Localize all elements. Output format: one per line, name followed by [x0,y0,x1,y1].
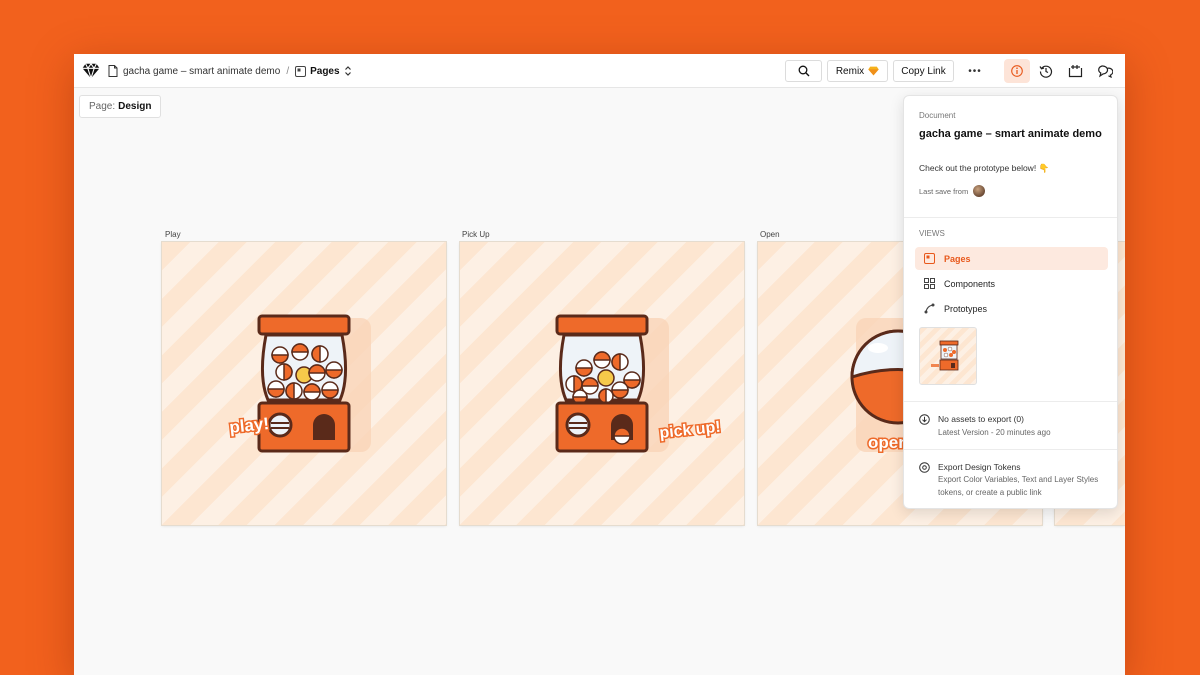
divider [904,449,1117,450]
document-section-label: Document [919,111,956,120]
assets-export-title[interactable]: No assets to export (0) [938,414,1024,424]
remix-label: Remix [835,65,865,77]
document-icon [108,65,118,77]
info-icon [1011,65,1023,77]
prototype-icon [1068,65,1082,78]
page-chip-prefix: Page: [89,101,116,112]
diamond-icon [868,66,879,76]
view-item-label: Components [944,278,996,289]
history-button[interactable] [1035,60,1057,82]
breadcrumb-separator: / [286,65,290,77]
view-item-label: Pages [944,253,971,264]
sketch-logo-icon[interactable] [82,62,100,80]
artboard-label-pick-up[interactable]: Pick Up [462,230,490,239]
search-icon [798,65,809,77]
artboard-label-open[interactable]: Open [760,230,780,239]
view-item-pages[interactable]: Pages [915,247,1108,270]
remix-button[interactable]: Remix [827,60,888,82]
document-info-button[interactable] [1004,59,1030,83]
document-name: gacha game – smart animate demo [919,128,1102,140]
views-section-label: VIEWS [919,229,945,238]
pages-icon [295,65,307,77]
document-title[interactable]: gacha game – smart animate demo [123,66,280,77]
toolbar: gacha game – smart animate demo / Pages … [74,54,1125,88]
document-description: Check out the prototype below! 👇 [919,163,1050,173]
gacha-machine-illustration: play! [227,314,371,453]
last-save: Last save from [919,185,986,197]
assets-export-subtitle: Latest Version - 20 minutes ago [938,428,1051,437]
gacha-machine-illustration: pick up! [555,314,723,453]
export-tokens-title[interactable]: Export Design Tokens [938,462,1021,472]
breadcrumb: gacha game – smart animate demo / Pages [108,54,352,88]
avatar[interactable] [973,185,986,197]
view-item-prototypes[interactable]: Prototypes [915,297,1108,320]
artboard-label-play[interactable]: Play [165,230,181,239]
thumbnail-image [931,340,959,371]
more-icon: ••• [968,65,982,77]
app-window: gacha game – smart animate demo / Pages … [74,54,1125,675]
export-tokens-subtitle: Export Color Variables, Text and Layer S… [938,475,1099,497]
divider [904,217,1117,218]
chevron-updown-icon[interactable] [344,66,352,76]
document-info-panel: Document gacha game – smart animate demo… [903,95,1118,509]
view-item-label: Prototypes [944,303,988,314]
comments-button[interactable] [1094,60,1116,82]
last-save-label: Last save from [919,186,969,196]
artboard-play[interactable]: play! [162,242,446,525]
artboard-pick-up[interactable]: pick up! [460,242,744,525]
download-icon [919,414,930,425]
pages-selector[interactable]: Pages [310,66,339,77]
copy-link-button[interactable]: Copy Link [893,60,954,82]
divider [904,401,1117,402]
design-tokens-icon [919,462,930,473]
comments-icon [1098,65,1113,78]
prototype-play-button[interactable] [1064,60,1086,82]
prototypes-icon [923,303,935,315]
search-button[interactable] [785,60,822,82]
components-icon [923,278,935,290]
page-thumbnail[interactable] [919,327,977,385]
view-item-components[interactable]: Components [915,272,1108,295]
page-chip[interactable]: Page: Design [79,95,162,118]
page-chip-name: Design [118,101,152,112]
more-options-button[interactable]: ••• [964,60,986,82]
pages-icon [923,253,935,265]
history-icon [1039,65,1053,78]
